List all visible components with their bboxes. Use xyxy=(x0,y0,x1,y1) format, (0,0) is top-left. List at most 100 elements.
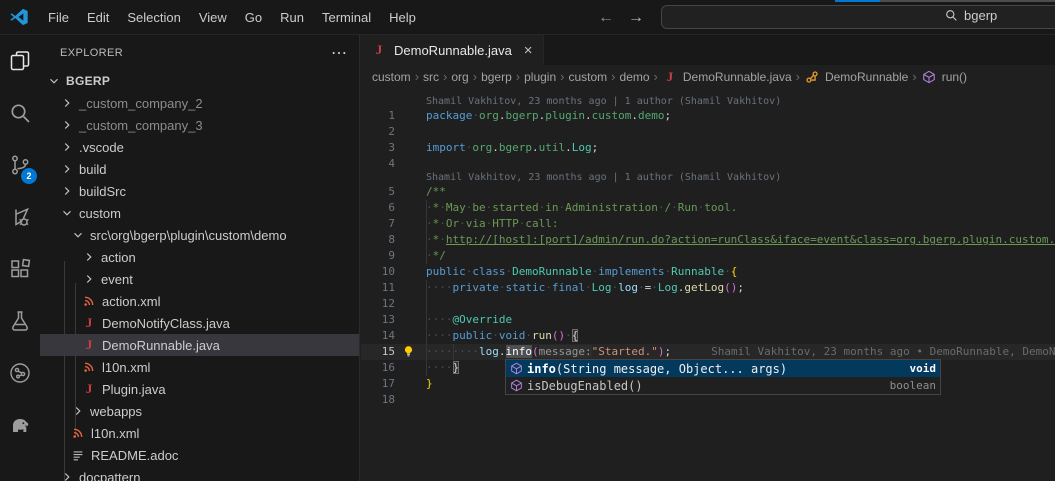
java-projects-icon[interactable] xyxy=(0,347,40,399)
nav-forward-icon[interactable]: → xyxy=(628,9,644,27)
code-line-14[interactable]: 14····public·void·run()·{ xyxy=(361,328,1055,344)
line-number[interactable]: 4 xyxy=(361,156,401,172)
breadcrumb-item-demo[interactable]: demo xyxy=(620,70,650,84)
chevron-right-icon xyxy=(59,139,75,155)
menu-go[interactable]: Go xyxy=(236,6,271,29)
menu-file[interactable]: File xyxy=(39,6,78,29)
tree-item-custom[interactable]: custom xyxy=(40,202,359,224)
breadcrumb-item-custom[interactable]: custom xyxy=(568,70,607,84)
tree-item-action-xml[interactable]: action.xml xyxy=(40,290,359,312)
tree-item-demorunnable-java[interactable]: JDemoRunnable.java xyxy=(40,334,359,356)
breadcrumb-item-src[interactable]: src xyxy=(423,70,439,84)
command-center-search[interactable]: bgerp xyxy=(661,5,1055,29)
line-number[interactable]: 12 xyxy=(361,296,401,312)
gutter-decoration xyxy=(401,280,426,296)
title-bar: FileEditSelectionViewGoRunTerminalHelp ←… xyxy=(0,0,1055,35)
tree-item-l10n-xml[interactable]: l10n.xml xyxy=(40,356,359,378)
code-line-10[interactable]: 10public·class·DemoRunnable·implements·R… xyxy=(361,264,1055,280)
tab-close-icon[interactable]: × xyxy=(524,42,533,59)
line-number[interactable]: 11 xyxy=(361,280,401,296)
testing-icon[interactable] xyxy=(0,295,40,347)
breadcrumb-item-bgerp[interactable]: bgerp xyxy=(481,70,512,84)
lightbulb-icon[interactable] xyxy=(401,344,426,360)
code-editor[interactable]: Shamil Vakhitov, 23 months ago | 1 autho… xyxy=(361,88,1055,481)
code-line-8[interactable]: 8·*·http://[host]:[port]/admin/run.do?ac… xyxy=(361,232,1055,248)
menu-edit[interactable]: Edit xyxy=(78,6,118,29)
run-and-debug-icon[interactable] xyxy=(0,191,40,243)
tree-item-action[interactable]: action xyxy=(40,246,359,268)
line-number[interactable]: 5 xyxy=(361,184,401,200)
line-number[interactable]: 3 xyxy=(361,140,401,156)
breadcrumb-label: demo xyxy=(620,70,650,84)
menu-help[interactable]: Help xyxy=(380,6,425,29)
line-number[interactable]: 2 xyxy=(361,124,401,140)
line-number[interactable]: 9 xyxy=(361,248,401,264)
tree-item--vscode[interactable]: .vscode xyxy=(40,136,359,158)
tab-demorunnable-java[interactable]: J DemoRunnable.java × xyxy=(361,35,544,65)
code-token: ; xyxy=(737,281,744,294)
code-line-11[interactable]: 11····private·static·final·Log·log·=·Log… xyxy=(361,280,1055,296)
breadcrumb-label: bgerp xyxy=(481,70,512,84)
tree-item-build[interactable]: build xyxy=(40,158,359,180)
line-number[interactable]: 1 xyxy=(361,108,401,124)
breadcrumb-item-custom[interactable]: custom xyxy=(372,70,411,84)
code-line-5[interactable]: 5/** xyxy=(361,184,1055,200)
code-line-1[interactable]: 1package·org.bgerp.plugin.custom.demo; xyxy=(361,108,1055,124)
line-number[interactable]: 6 xyxy=(361,200,401,216)
tree-item-docpattern[interactable]: docpattern xyxy=(40,466,359,481)
line-number[interactable]: 10 xyxy=(361,264,401,280)
suggestion-info[interactable]: info(String message, Object... args)void xyxy=(506,360,940,377)
line-number[interactable]: 16 xyxy=(361,360,401,376)
gutter-decoration xyxy=(401,248,426,264)
tree-item-event[interactable]: event xyxy=(40,268,359,290)
source-control-icon[interactable]: 2 xyxy=(0,139,40,191)
tree-item-webapps[interactable]: webapps xyxy=(40,400,359,422)
gradle-icon[interactable] xyxy=(0,399,40,451)
line-number[interactable]: 15 xyxy=(361,344,401,360)
breadcrumb-item-demorunnable-java[interactable]: JDemoRunnable.java xyxy=(662,69,792,85)
menu-run[interactable]: Run xyxy=(271,6,313,29)
tree-item-demonotifyclass-java[interactable]: JDemoNotifyClass.java xyxy=(40,312,359,334)
breadcrumb-item-plugin[interactable]: plugin xyxy=(524,70,556,84)
code-line-3[interactable]: 3import·org.bgerp.util.Log; xyxy=(361,140,1055,156)
menu-selection[interactable]: Selection xyxy=(118,6,189,29)
more-actions-icon[interactable]: ⋯ xyxy=(319,43,359,63)
line-number[interactable]: 7 xyxy=(361,216,401,232)
suggestion-isdebugenabled-[interactable]: isDebugEnabled()boolean xyxy=(506,377,940,394)
code-line-12[interactable]: 12 xyxy=(361,296,1055,312)
code-line-7[interactable]: 7·*·Or·via·HTTP·call: xyxy=(361,216,1055,232)
code-line-15[interactable]: 15········log.info(message:"Started.");S… xyxy=(361,344,1055,360)
explorer-icon[interactable] xyxy=(0,35,40,87)
tree-item--custom-company-2[interactable]: _custom_company_2 xyxy=(40,92,359,114)
tree-item-l10n-xml[interactable]: l10n.xml xyxy=(40,422,359,444)
menu-view[interactable]: View xyxy=(190,6,236,29)
tree-item-plugin-java[interactable]: JPlugin.java xyxy=(40,378,359,400)
code-line-13[interactable]: 13····@Override xyxy=(361,312,1055,328)
breadcrumb-separator-icon: › xyxy=(415,69,419,84)
line-number[interactable]: 18 xyxy=(361,392,401,408)
extensions-icon[interactable] xyxy=(0,243,40,295)
code-line-9[interactable]: 9·*/ xyxy=(361,248,1055,264)
line-number[interactable]: 13 xyxy=(361,312,401,328)
code-line-2[interactable]: 2 xyxy=(361,124,1055,140)
line-number[interactable]: 17 xyxy=(361,376,401,392)
search-icon[interactable] xyxy=(0,87,40,139)
tree-item-bgerp[interactable]: BGERP xyxy=(40,70,359,92)
code-line-4[interactable]: 4 xyxy=(361,156,1055,172)
menu-terminal[interactable]: Terminal xyxy=(313,6,380,29)
nav-back-icon[interactable]: ← xyxy=(598,9,614,27)
breadcrumb-item-demorunnable[interactable]: DemoRunnable xyxy=(804,69,908,85)
code-token: ; xyxy=(664,345,671,358)
line-number[interactable]: 8 xyxy=(361,232,401,248)
tree-item-src-org-bgerp-plugin-custom-demo[interactable]: src\org\bgerp\plugin\custom\demo xyxy=(40,224,359,246)
tree-item--custom-company-3[interactable]: _custom_company_3 xyxy=(40,114,359,136)
line-number[interactable]: 14 xyxy=(361,328,401,344)
whitespace-dots: · xyxy=(651,281,658,294)
chevron-right-icon xyxy=(59,469,75,481)
breadcrumb-item-run-[interactable]: run() xyxy=(921,69,967,85)
tree-item-buildsrc[interactable]: buildSrc xyxy=(40,180,359,202)
code-line-6[interactable]: 6·*·May·be·started·in·Administration·/·R… xyxy=(361,200,1055,216)
breadcrumb-item-org[interactable]: org xyxy=(451,70,468,84)
tree-item-readme-adoc[interactable]: README.adoc xyxy=(40,444,359,466)
editor-pane[interactable]: J DemoRunnable.java × custom›src›org›bge… xyxy=(361,35,1055,481)
